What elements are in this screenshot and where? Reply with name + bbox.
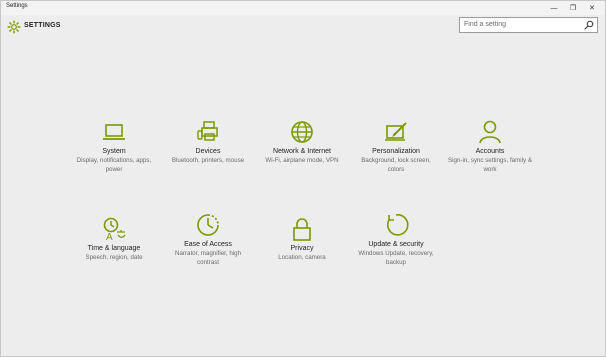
window-title: Settings	[6, 3, 28, 9]
category-label: Network & Internet	[273, 148, 331, 155]
category-accounts[interactable]: Accounts Sign-in, sync settings, family …	[440, 119, 540, 174]
category-time-language[interactable]: A Time & language Speech, region, date	[64, 216, 164, 263]
category-description: Background, lock screen, colors	[361, 157, 431, 173]
close-button[interactable]: ✕	[582, 1, 602, 15]
category-label: Time & language	[87, 245, 141, 252]
category-devices[interactable]: Devices Bluetooth, printers, mouse	[158, 119, 258, 166]
svg-text:A: A	[106, 232, 113, 242]
person-icon	[479, 120, 501, 144]
category-label: Update & security	[368, 241, 424, 248]
category-privacy[interactable]: Privacy Location, camera	[252, 216, 352, 263]
category-description: Speech, region, date	[85, 254, 143, 261]
settings-window: Settings — ❐ ✕ SETTINGS Find a setting S…	[0, 0, 606, 357]
category-description: Display, notifications, apps, power	[76, 157, 152, 173]
category-description: Windows Update, recovery, backup	[358, 250, 434, 266]
category-description: Narrator, magnifier, high contrast	[174, 250, 242, 266]
gear-icon	[7, 20, 21, 34]
lock-icon	[293, 218, 311, 241]
category-label: Accounts	[475, 148, 505, 155]
devices-icon	[197, 121, 218, 141]
search-input[interactable]: Find a setting	[459, 17, 598, 33]
page-title: SETTINGS	[24, 22, 61, 29]
category-network[interactable]: Network & Internet Wi-Fi, airplane mode,…	[252, 119, 352, 166]
search-icon[interactable]	[583, 19, 595, 31]
category-update-security[interactable]: Update & security Windows Update, recove…	[346, 212, 446, 267]
category-label: Privacy	[290, 245, 314, 252]
category-label: Ease of Access	[184, 241, 232, 248]
category-system[interactable]: System Display, notifications, apps, pow…	[64, 119, 164, 174]
category-description: Sign-in, sync settings, family & work	[448, 157, 532, 173]
refresh-icon	[386, 214, 409, 236]
category-description: Bluetooth, printers, mouse	[171, 157, 245, 164]
paint-icon	[385, 122, 407, 141]
maximize-button[interactable]: ❐	[563, 1, 583, 15]
category-label: Devices	[195, 148, 221, 155]
category-ease-of-access[interactable]: Ease of Access Narrator, magnifier, high…	[158, 212, 258, 267]
category-description: Location, camera	[278, 254, 326, 261]
clock-language-icon: A	[103, 217, 126, 242]
category-label: System	[102, 148, 126, 155]
minimize-button[interactable]: —	[544, 1, 564, 15]
category-description: Wi-Fi, airplane mode, VPN	[265, 157, 339, 164]
title-bar[interactable]: Settings — ❐ ✕	[1, 1, 605, 15]
search-placeholder: Find a setting	[464, 21, 507, 28]
category-label: Personalization	[372, 148, 420, 155]
laptop-icon	[103, 124, 125, 140]
ease-of-access-icon	[197, 214, 219, 236]
category-personalization[interactable]: Personalization Background, lock screen,…	[346, 119, 446, 174]
globe-icon	[291, 121, 313, 143]
